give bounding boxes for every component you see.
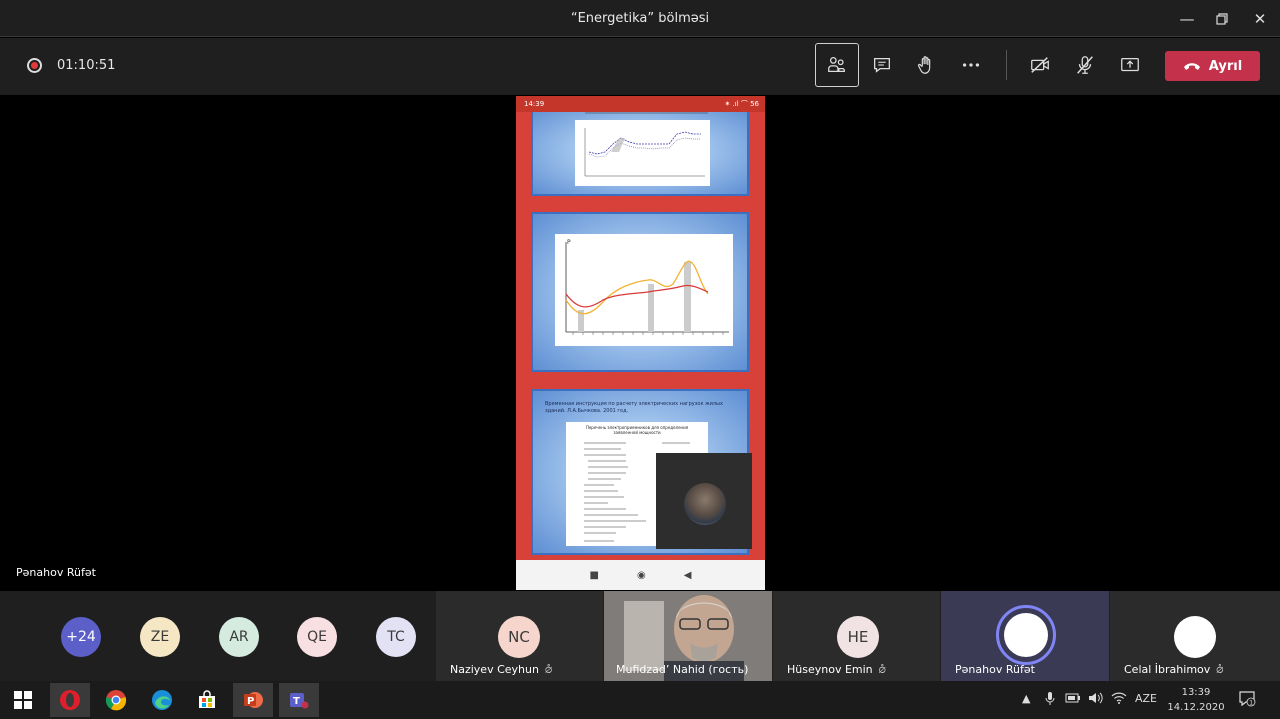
- slide-2-load-chart: P: [555, 234, 733, 346]
- chrome-icon[interactable]: [96, 683, 136, 717]
- home-button[interactable]: ◉: [637, 570, 646, 581]
- share-screen-icon[interactable]: [1108, 43, 1152, 87]
- meeting-timer: 01:10:51: [57, 58, 116, 73]
- teams-icon[interactable]: T: [279, 683, 319, 717]
- svg-text:P: P: [567, 239, 571, 246]
- participant-tile-mufidzade[interactable]: Mufidzadʼ Nahid (гость): [604, 591, 772, 681]
- participant-avatar-ze[interactable]: ZE: [140, 617, 180, 657]
- recents-button[interactable]: ■: [590, 570, 599, 581]
- phone-time: 14:39: [524, 100, 545, 108]
- slide-3-heading: Временная инструкция по расчету электрич…: [545, 401, 723, 414]
- wifi-icon[interactable]: [1111, 692, 1127, 707]
- leave-button[interactable]: Ayrıl: [1165, 51, 1260, 81]
- slide-1: [531, 112, 749, 196]
- participant-name: Naziyev Ceyhun: [450, 663, 539, 676]
- microphone-tray-icon[interactable]: [1045, 692, 1055, 709]
- participant-avatar-tc[interactable]: TC: [376, 617, 416, 657]
- participant-name: Pənahov Rüfət: [955, 663, 1035, 676]
- recording-icon: [27, 58, 42, 73]
- chat-icon[interactable]: [860, 43, 904, 87]
- toolbar-divider: [1006, 50, 1007, 80]
- svg-text:P: P: [247, 696, 254, 707]
- mic-off-icon[interactable]: [1063, 43, 1107, 87]
- opera-icon[interactable]: [50, 683, 90, 717]
- participant-avatar-nc: NC: [498, 616, 540, 658]
- svg-text:T: T: [293, 696, 300, 707]
- edge-icon[interactable]: [142, 683, 182, 717]
- battery-icon[interactable]: [1065, 692, 1081, 707]
- slide-3-document-title: Перечень электроприемников для определен…: [585, 425, 689, 435]
- phone-hangup-icon: [1183, 63, 1200, 70]
- language-indicator[interactable]: AZE: [1135, 692, 1157, 705]
- phone-status-icons: ✶ .ıl ⌒ 56: [724, 100, 759, 108]
- clock-time: 13:39: [1181, 687, 1211, 698]
- windows-taskbar: P T ▲ AZE 13:39 14.12.2020 1: [0, 681, 1280, 719]
- participants-strip: +24 ZE AR QE TC NC Naziyev Ceyhun ⦲ Mufid…: [0, 591, 1280, 681]
- volume-icon[interactable]: [1088, 692, 1104, 707]
- participant-avatar-qe[interactable]: QE: [297, 617, 337, 657]
- slide-2: P: [531, 212, 749, 372]
- shared-screen-stage: 14:39 ✶ .ıl ⌒ 56 P Временная инструкция …: [0, 95, 1280, 591]
- back-button[interactable]: ◀: [684, 570, 692, 581]
- participant-tile-naziyev[interactable]: NC Naziyev Ceyhun ⦲: [436, 591, 603, 681]
- clock-date: 14.12.2020: [1167, 702, 1225, 713]
- self-video-preview[interactable]: [656, 453, 752, 549]
- participant-name: Hüseynov Emin: [787, 663, 873, 676]
- camera-off-icon[interactable]: [1018, 43, 1062, 87]
- close-icon[interactable]: ✕: [1250, 9, 1270, 29]
- title-bar: “Energetika” bölməsi — ✕: [0, 0, 1280, 37]
- self-video-avatar: [684, 483, 726, 525]
- mic-off-icon: ⦲: [1216, 665, 1224, 676]
- presenter-name: Pənahov Rüfət: [16, 566, 96, 579]
- participant-avatar-panahov: [1004, 613, 1048, 657]
- restore-icon[interactable]: [1212, 9, 1232, 29]
- participant-avatar-he: HE: [837, 616, 879, 658]
- taskbar-clock[interactable]: 13:39 14.12.2020: [1166, 685, 1226, 715]
- people-icon[interactable]: [815, 43, 859, 87]
- phone-nav-bar: ■ ◉ ◀: [516, 560, 765, 590]
- window-title: “Energetika” bölməsi: [570, 11, 710, 26]
- mic-off-icon: ⦲: [544, 665, 553, 676]
- mic-off-icon: ⦲: [878, 665, 886, 676]
- participant-name: Celal İbrahimov: [1124, 663, 1211, 676]
- slide-1-chart: [575, 112, 710, 186]
- participant-tile-huseynov[interactable]: HE Hüseynov Emin ⦲: [773, 591, 940, 681]
- notifications-icon[interactable]: 1: [1238, 689, 1256, 710]
- more-icon[interactable]: [949, 43, 993, 87]
- participant-tile-panahov[interactable]: Pənahov Rüfət: [941, 591, 1109, 681]
- participant-name: Mufidzadʼ Nahid (гость): [616, 663, 749, 676]
- leave-label: Ayrıl: [1208, 58, 1243, 74]
- show-hidden-icons-icon[interactable]: ▲: [1022, 692, 1030, 705]
- minimize-icon[interactable]: —: [1177, 9, 1197, 29]
- participant-avatar-ar[interactable]: AR: [219, 617, 259, 657]
- store-icon[interactable]: [187, 683, 227, 717]
- speaking-ring: [996, 605, 1056, 665]
- participant-avatar-celal: [1174, 616, 1216, 658]
- more-participants-badge[interactable]: +24: [61, 617, 101, 657]
- meeting-toolbar: 01:10:51 Ayrıl: [0, 38, 1280, 95]
- powerpoint-icon[interactable]: P: [233, 683, 273, 717]
- raise-hand-icon[interactable]: [904, 43, 948, 87]
- notification-count: 1: [1249, 700, 1253, 707]
- phone-status-bar: 14:39 ✶ .ıl ⌒ 56: [516, 96, 765, 112]
- participant-tile-celal[interactable]: Celal İbrahimov ⦲: [1110, 591, 1280, 681]
- windows-start-icon[interactable]: [3, 683, 43, 717]
